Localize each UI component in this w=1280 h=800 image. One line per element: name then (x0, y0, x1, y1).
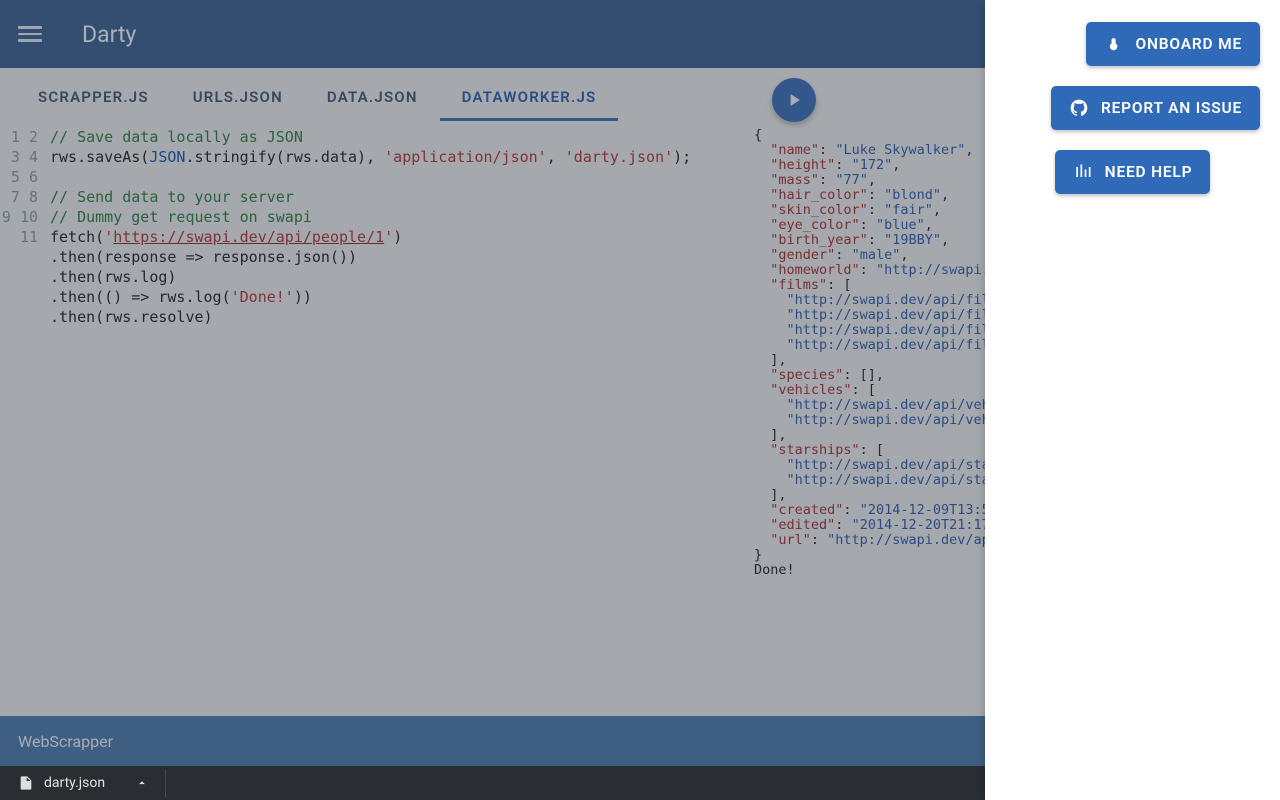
report-issue-button[interactable]: REPORT AN ISSUE (1051, 86, 1260, 130)
chevron-up-icon[interactable] (135, 776, 149, 790)
tab-dataworker-js[interactable]: DATAWORKER.JS (440, 78, 619, 121)
code-body[interactable]: // Save data locally as JSON rws.saveAs(… (50, 127, 740, 347)
need-help-button[interactable]: NEED HELP (1055, 150, 1211, 194)
hamburger-menu-icon[interactable] (18, 22, 42, 46)
code-editor[interactable]: 1 2 3 4 5 6 7 8 9 10 11 // Save data loc… (0, 121, 740, 347)
help-side-panel: ONBOARD ME REPORT AN ISSUE NEED HELP (985, 0, 1280, 800)
hand-pointer-icon (1104, 34, 1124, 54)
file-icon (18, 774, 34, 792)
run-button[interactable] (772, 78, 816, 122)
app-title: Darty (82, 21, 136, 48)
tab-urls-json[interactable]: URLS.JSON (171, 78, 305, 121)
editor-pane: SCRAPPER.JSURLS.JSONDATA.JSONDATAWORKER.… (0, 68, 740, 716)
tab-scrapper-js[interactable]: SCRAPPER.JS (16, 78, 171, 121)
download-filename: darty.json (44, 775, 105, 791)
tab-data-json[interactable]: DATA.JSON (305, 78, 440, 121)
file-tabs: SCRAPPER.JSURLS.JSONDATA.JSONDATAWORKER.… (0, 68, 740, 121)
onboard-button[interactable]: ONBOARD ME (1086, 22, 1260, 66)
github-icon (1069, 98, 1089, 118)
play-icon (784, 90, 804, 110)
download-item[interactable]: darty.json (18, 766, 165, 800)
status-label: WebScrapper (18, 732, 113, 751)
line-gutter: 1 2 3 4 5 6 7 8 9 10 11 (0, 127, 50, 347)
separator (165, 769, 166, 797)
bars-icon (1073, 162, 1093, 182)
